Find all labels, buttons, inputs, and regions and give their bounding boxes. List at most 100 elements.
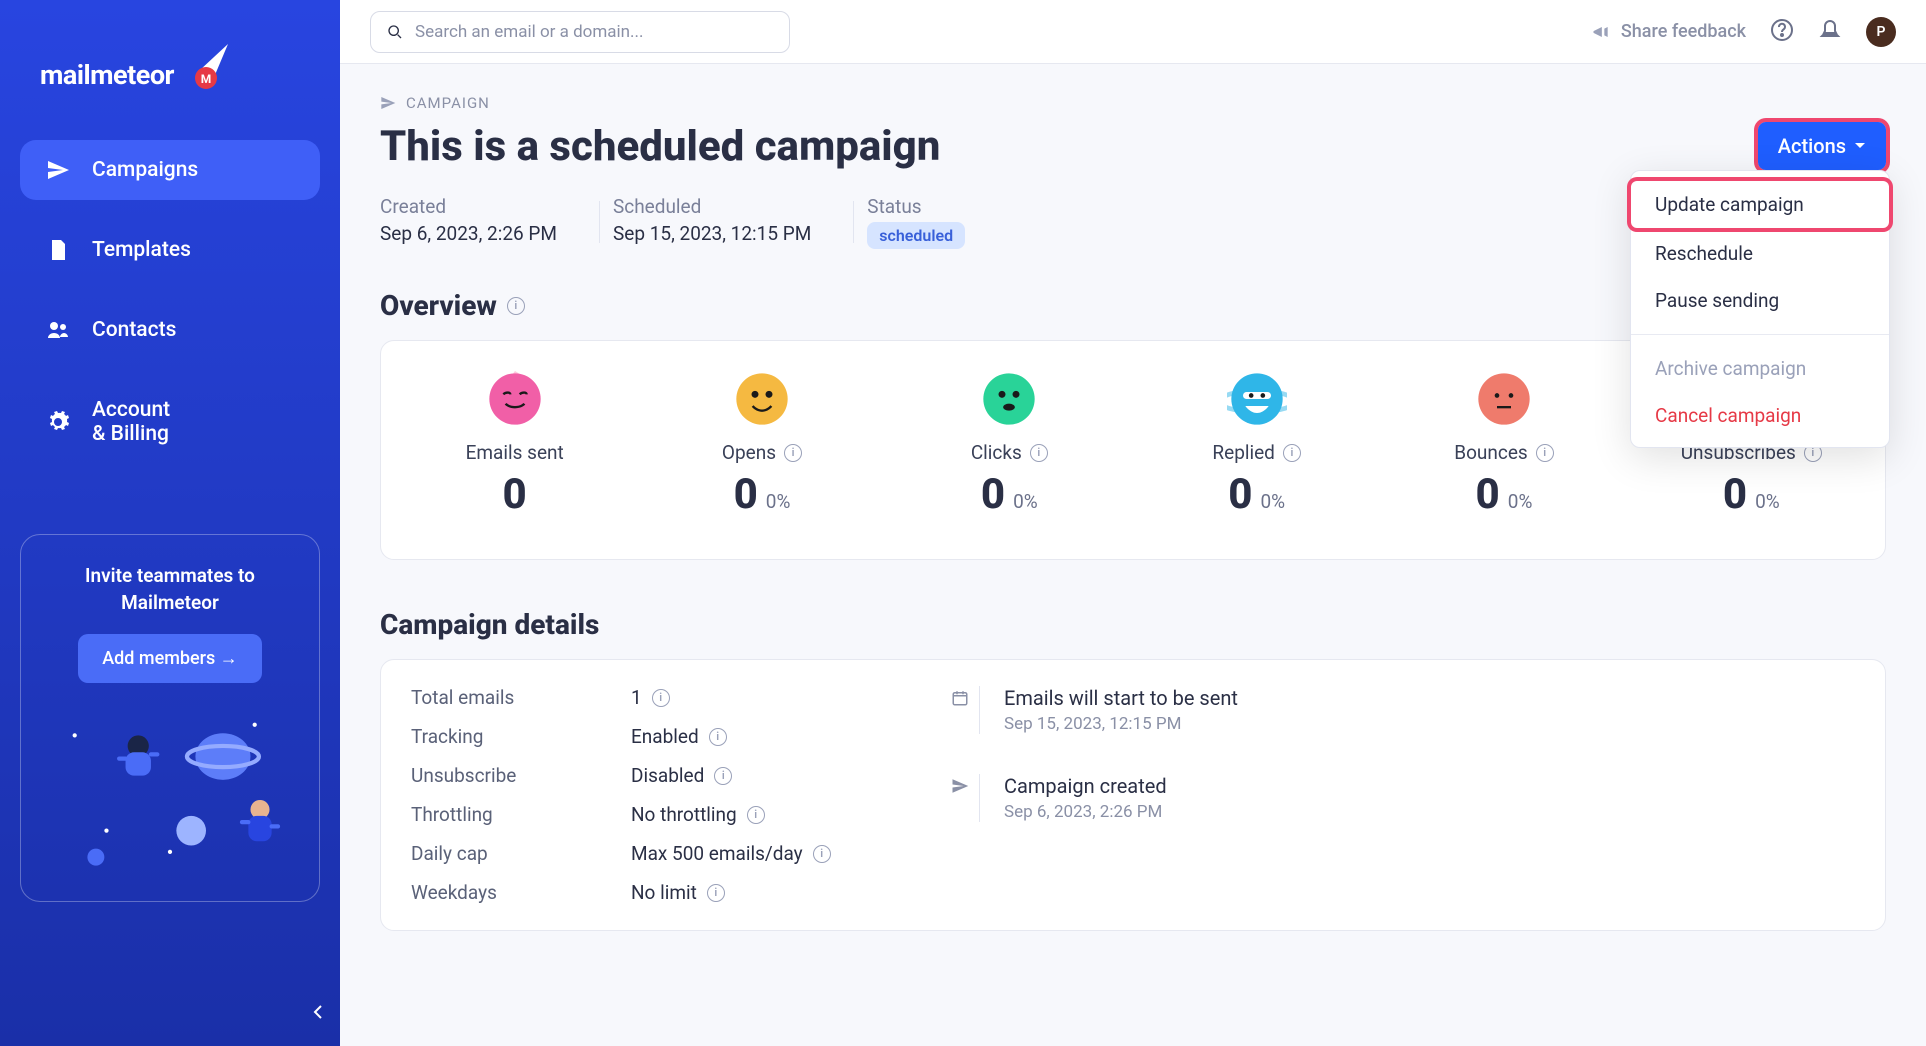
info-icon[interactable]: i bbox=[507, 297, 525, 315]
timeline-time: Sep 15, 2023, 12:15 PM bbox=[1004, 714, 1238, 734]
search-input[interactable] bbox=[415, 22, 773, 42]
send-icon bbox=[46, 158, 70, 182]
detail-label: Daily cap bbox=[411, 842, 621, 865]
gear-icon bbox=[46, 410, 70, 434]
notifications-button[interactable] bbox=[1818, 18, 1842, 46]
stat-emoji bbox=[1133, 371, 1380, 427]
page-title: This is a scheduled campaign bbox=[380, 122, 940, 171]
main: Share feedback P CAMPAIGN This is a sche… bbox=[340, 0, 1926, 1046]
detail-value: Max 500 emails/day i bbox=[631, 842, 831, 865]
detail-row: TrackingEnabled i bbox=[411, 725, 891, 748]
collapse-sidebar-button[interactable] bbox=[311, 1002, 325, 1026]
people-icon bbox=[46, 318, 70, 342]
info-icon[interactable]: i bbox=[707, 884, 725, 902]
logo[interactable]: mailmeteor M bbox=[40, 50, 300, 100]
sidebar: mailmeteor M Campaigns Templates Contact… bbox=[0, 0, 340, 1046]
dropdown-archive-campaign[interactable]: Archive campaign bbox=[1631, 345, 1889, 392]
stat-clicks: Clicksi00% bbox=[886, 371, 1133, 519]
detail-value: No throttling i bbox=[631, 803, 765, 826]
meta-created-value: Sep 6, 2023, 2:26 PM bbox=[380, 222, 557, 245]
dropdown-update-campaign[interactable]: Update campaign bbox=[1631, 181, 1889, 228]
meta-status-label: Status bbox=[867, 195, 965, 218]
timeline-item: Campaign createdSep 6, 2023, 2:26 PM bbox=[951, 774, 1855, 822]
detail-label: Unsubscribe bbox=[411, 764, 621, 787]
stat-pct: 0% bbox=[1508, 490, 1533, 513]
feedback-label: Share feedback bbox=[1621, 21, 1746, 42]
sidebar-item-label: Campaigns bbox=[92, 158, 198, 182]
stat-pct: 0% bbox=[1013, 490, 1038, 513]
detail-row: Throttling No throttling i bbox=[411, 803, 891, 826]
stat-value: 0 bbox=[1228, 470, 1252, 519]
detail-row: Total emails1 i bbox=[411, 686, 891, 709]
invite-title: Invite teammates to Mailmeteor bbox=[41, 563, 299, 616]
timeline-item: Emails will start to be sentSep 15, 2023… bbox=[951, 686, 1855, 734]
logo-text: mailmeteor bbox=[40, 59, 174, 91]
status-badge: scheduled bbox=[867, 222, 965, 249]
invite-card: Invite teammates to Mailmeteor Add membe… bbox=[20, 534, 320, 902]
info-icon[interactable]: i bbox=[709, 728, 727, 746]
dropdown-cancel-campaign[interactable]: Cancel campaign bbox=[1631, 392, 1889, 439]
info-icon[interactable]: i bbox=[1283, 444, 1301, 462]
stat-emails-sent: Emails sent0 bbox=[391, 371, 638, 519]
help-button[interactable] bbox=[1770, 18, 1794, 46]
search-box[interactable] bbox=[370, 11, 790, 53]
detail-value: Disabled i bbox=[631, 764, 732, 787]
details-card: Total emails1 i TrackingEnabled i Unsubscr… bbox=[380, 659, 1886, 931]
stat-value: 0 bbox=[1723, 470, 1747, 519]
user-avatar[interactable]: P bbox=[1866, 17, 1896, 47]
info-icon[interactable]: i bbox=[652, 689, 670, 707]
send-icon bbox=[951, 774, 971, 822]
stat-emoji bbox=[638, 371, 885, 427]
detail-value: Enabled i bbox=[631, 725, 727, 748]
stat-bounces: Bouncesi00% bbox=[1380, 371, 1627, 519]
share-feedback-button[interactable]: Share feedback bbox=[1591, 21, 1746, 42]
breadcrumb-label: CAMPAIGN bbox=[406, 94, 490, 112]
actions-button-wrap: Actions Update campaign Reschedule Pause… bbox=[1758, 122, 1886, 170]
sidebar-item-label: Templates bbox=[92, 238, 191, 262]
meta-scheduled-label: Scheduled bbox=[613, 195, 811, 218]
chevron-down-icon bbox=[1854, 142, 1866, 150]
dropdown-pause-sending[interactable]: Pause sending bbox=[1631, 277, 1889, 324]
info-icon[interactable]: i bbox=[714, 767, 732, 785]
stat-value: 0 bbox=[981, 470, 1005, 519]
breadcrumb: CAMPAIGN bbox=[380, 94, 1886, 112]
sidebar-item-label: Contacts bbox=[92, 318, 176, 342]
dropdown-reschedule[interactable]: Reschedule bbox=[1631, 230, 1889, 277]
sidebar-item-label: Account & Billing bbox=[92, 398, 170, 446]
detail-label: Throttling bbox=[411, 803, 621, 826]
actions-label: Actions bbox=[1778, 134, 1846, 158]
topbar: Share feedback P bbox=[340, 0, 1926, 64]
sidebar-item-account[interactable]: Account & Billing bbox=[20, 380, 320, 464]
detail-row: Unsubscribe Disabled i bbox=[411, 764, 891, 787]
stat-replied: Repliedi00% bbox=[1133, 371, 1380, 519]
stat-emoji bbox=[391, 371, 638, 427]
sidebar-item-campaigns[interactable]: Campaigns bbox=[20, 140, 320, 200]
info-icon[interactable]: i bbox=[1030, 444, 1048, 462]
stat-opens: Opensi00% bbox=[638, 371, 885, 519]
detail-row: Daily cap Max 500 emails/day i bbox=[411, 842, 891, 865]
stat-pct: 0% bbox=[1260, 490, 1285, 513]
dropdown-divider bbox=[1631, 334, 1889, 335]
details-heading: Campaign details bbox=[380, 608, 1886, 641]
content: CAMPAIGN This is a scheduled campaign Ac… bbox=[340, 64, 1926, 1046]
info-icon[interactable]: i bbox=[1536, 444, 1554, 462]
actions-button[interactable]: Actions bbox=[1758, 122, 1886, 170]
space-illustration bbox=[41, 693, 299, 873]
detail-value: 1 i bbox=[631, 686, 670, 709]
stat-emoji bbox=[1380, 371, 1627, 427]
add-members-button[interactable]: Add members → bbox=[78, 634, 262, 683]
meteor-icon: M bbox=[180, 42, 230, 92]
stat-pct: 0% bbox=[1755, 490, 1780, 513]
calendar-icon bbox=[951, 686, 971, 734]
detail-row: WeekdaysNo limit i bbox=[411, 881, 891, 904]
stat-emoji bbox=[886, 371, 1133, 427]
info-icon[interactable]: i bbox=[784, 444, 802, 462]
sidebar-item-contacts[interactable]: Contacts bbox=[20, 300, 320, 360]
info-icon[interactable]: i bbox=[813, 845, 831, 863]
svg-text:M: M bbox=[201, 72, 212, 86]
send-icon bbox=[380, 95, 396, 111]
sidebar-item-templates[interactable]: Templates bbox=[20, 220, 320, 280]
stat-value: 0 bbox=[503, 470, 527, 519]
file-icon bbox=[46, 238, 70, 262]
info-icon[interactable]: i bbox=[747, 806, 765, 824]
